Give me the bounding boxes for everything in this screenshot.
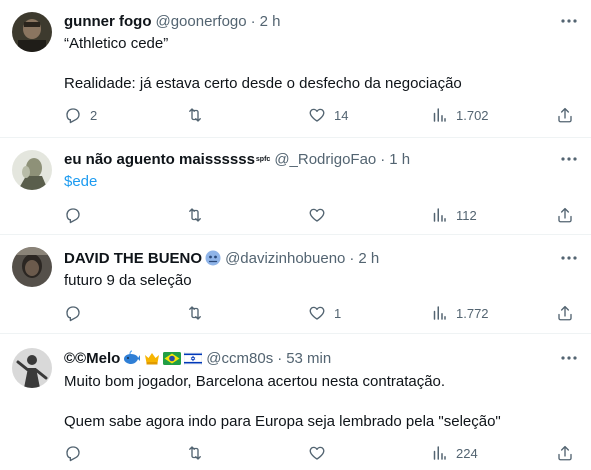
like-button[interactable]	[308, 438, 334, 468]
tweet-text: $ede	[64, 172, 571, 192]
retweet-button[interactable]	[186, 298, 212, 328]
tweet-text: Muito bom jogador, Barcelona acertou nes…	[64, 372, 571, 432]
heart-icon	[308, 106, 326, 124]
cashtag-link[interactable]: $ede	[64, 172, 571, 192]
reply-count: 2	[90, 107, 98, 123]
views-button[interactable]: 1.702	[430, 100, 489, 130]
timestamp[interactable]: 53 min	[286, 350, 331, 367]
timestamp[interactable]: 1 h	[389, 151, 410, 168]
share-icon	[556, 106, 574, 124]
reply-button[interactable]	[64, 438, 90, 468]
view-count: 112	[456, 207, 477, 223]
views-button[interactable]: 1.772	[430, 298, 489, 328]
reply-button[interactable]	[64, 200, 90, 230]
views-button[interactable]: 112	[430, 200, 477, 230]
tweet-text: “Athletico cede” Realidade: já estava ce…	[64, 34, 571, 94]
separator: ·	[277, 349, 283, 367]
more-icon[interactable]	[559, 149, 579, 169]
reply-icon	[64, 444, 82, 462]
whale-emoji-icon	[123, 350, 141, 366]
share-icon	[556, 304, 574, 322]
more-icon[interactable]	[559, 11, 579, 31]
like-count: 14	[334, 107, 349, 123]
username[interactable]: @_RodrigoFao	[274, 151, 376, 168]
retweet-icon	[186, 106, 204, 124]
retweet-icon	[186, 304, 204, 322]
share-button[interactable]	[556, 200, 574, 230]
views-button[interactable]: 224	[430, 438, 478, 468]
views-icon	[430, 206, 448, 224]
reply-icon	[64, 206, 82, 224]
display-name[interactable]: ©©Melo	[64, 350, 120, 367]
share-icon	[556, 444, 574, 462]
tweet[interactable]: gunner fogo @goonerfogo · 2 h “Athletico…	[0, 0, 591, 138]
name-badge-text: spfc	[255, 155, 271, 163]
username[interactable]: @goonerfogo	[155, 13, 246, 30]
tweet-text-line: Realidade: já estava certo desde o desfe…	[64, 75, 462, 92]
share-button[interactable]	[556, 438, 574, 468]
avatar[interactable]	[12, 247, 52, 287]
heart-icon	[308, 206, 326, 224]
display-name[interactable]: eu não aguento maissssss	[64, 151, 255, 168]
share-button[interactable]	[556, 298, 574, 328]
timestamp[interactable]: 2 h	[358, 250, 379, 267]
view-count: 1.772	[456, 305, 489, 321]
avatar[interactable]	[12, 12, 52, 52]
username[interactable]: @davizinhobueno	[225, 250, 345, 267]
reply-icon	[64, 106, 82, 124]
israel-flag-icon	[184, 351, 203, 365]
action-bar: 112	[60, 200, 585, 230]
tweet-text-line: futuro 9 da seleção	[64, 272, 192, 289]
like-button[interactable]: 1	[308, 298, 341, 328]
like-button[interactable]: 14	[308, 100, 348, 130]
action-bar: 1 1.772	[60, 298, 585, 328]
tweet[interactable]: DAVID THE BUENO @davizinhobueno · 2 h fu…	[0, 235, 591, 334]
share-button[interactable]	[556, 100, 574, 130]
reply-button[interactable]: 2	[64, 100, 97, 130]
retweet-button[interactable]	[186, 438, 212, 468]
crown-emoji-icon	[144, 350, 160, 366]
tweet-text-line: Quem sabe agora indo para Europa seja le…	[64, 413, 501, 430]
reply-button[interactable]	[64, 298, 90, 328]
action-bar: 2 14 1.702	[60, 100, 585, 130]
tweet-text-line: Muito bom jogador, Barcelona acertou nes…	[64, 373, 446, 390]
heart-icon	[308, 444, 326, 462]
more-icon[interactable]	[559, 348, 579, 368]
face-emoji-icon	[205, 250, 221, 266]
separator: ·	[250, 12, 256, 30]
more-icon[interactable]	[559, 248, 579, 268]
tweet-text-line	[64, 392, 571, 412]
retweet-icon	[186, 444, 204, 462]
views-icon	[430, 106, 448, 124]
timestamp[interactable]: 2 h	[260, 13, 281, 30]
retweet-icon	[186, 206, 204, 224]
tweet-text: futuro 9 da seleção	[64, 271, 571, 291]
heart-icon	[308, 304, 326, 322]
views-icon	[430, 304, 448, 322]
action-bar: 224	[60, 438, 585, 468]
retweet-button[interactable]	[186, 200, 212, 230]
view-count: 1.702	[456, 107, 489, 123]
like-button[interactable]	[308, 200, 334, 230]
view-count: 224	[456, 445, 478, 461]
display-name[interactable]: DAVID THE BUENO	[64, 250, 202, 267]
tweet-text-line: “Athletico cede”	[64, 35, 169, 52]
avatar[interactable]	[12, 150, 52, 190]
separator: ·	[349, 249, 355, 267]
retweet-button[interactable]	[186, 100, 212, 130]
like-count: 1	[334, 305, 342, 321]
separator: ·	[380, 150, 386, 168]
tweet[interactable]: eu não aguento maissssss spfc @_RodrigoFa…	[0, 138, 591, 235]
tweet-text-line	[64, 54, 571, 74]
display-name[interactable]: gunner fogo	[64, 13, 151, 30]
avatar[interactable]	[12, 348, 52, 388]
views-icon	[430, 444, 448, 462]
share-icon	[556, 206, 574, 224]
username[interactable]: @ccm80s	[206, 350, 273, 367]
tweet[interactable]: ©©Melo @ccm80s · 53 min Muito bom jogado…	[0, 334, 591, 470]
reply-icon	[64, 304, 82, 322]
brazil-flag-icon	[163, 351, 182, 365]
